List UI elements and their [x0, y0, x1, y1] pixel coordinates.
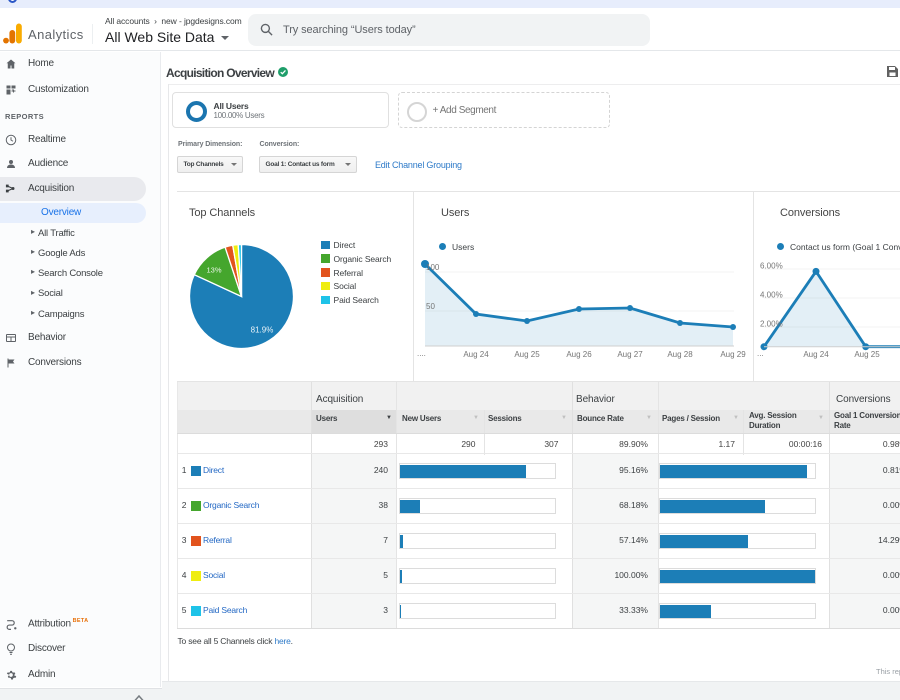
svg-text:2.00%: 2.00% [760, 320, 783, 329]
svg-text:Aug 27: Aug 27 [617, 350, 643, 359]
svg-text:81.9%: 81.9% [250, 325, 273, 334]
svg-text:Aug 25: Aug 25 [514, 350, 540, 359]
svg-text:Aug 28: Aug 28 [667, 350, 693, 359]
svg-text:13%: 13% [206, 265, 221, 274]
svg-text:Aug 29: Aug 29 [720, 350, 746, 359]
svg-text:....: .... [417, 349, 426, 358]
svg-text:...: ... [757, 349, 764, 358]
svg-text:100: 100 [426, 263, 440, 272]
svg-text:Aug 24: Aug 24 [803, 350, 829, 359]
svg-text:6.00%: 6.00% [760, 262, 783, 271]
svg-text:50: 50 [426, 302, 435, 311]
svg-text:Aug 26: Aug 26 [566, 350, 592, 359]
svg-text:4.00%: 4.00% [760, 291, 783, 300]
svg-text:Aug 24: Aug 24 [463, 350, 489, 359]
svg-text:Aug 25: Aug 25 [854, 350, 880, 359]
